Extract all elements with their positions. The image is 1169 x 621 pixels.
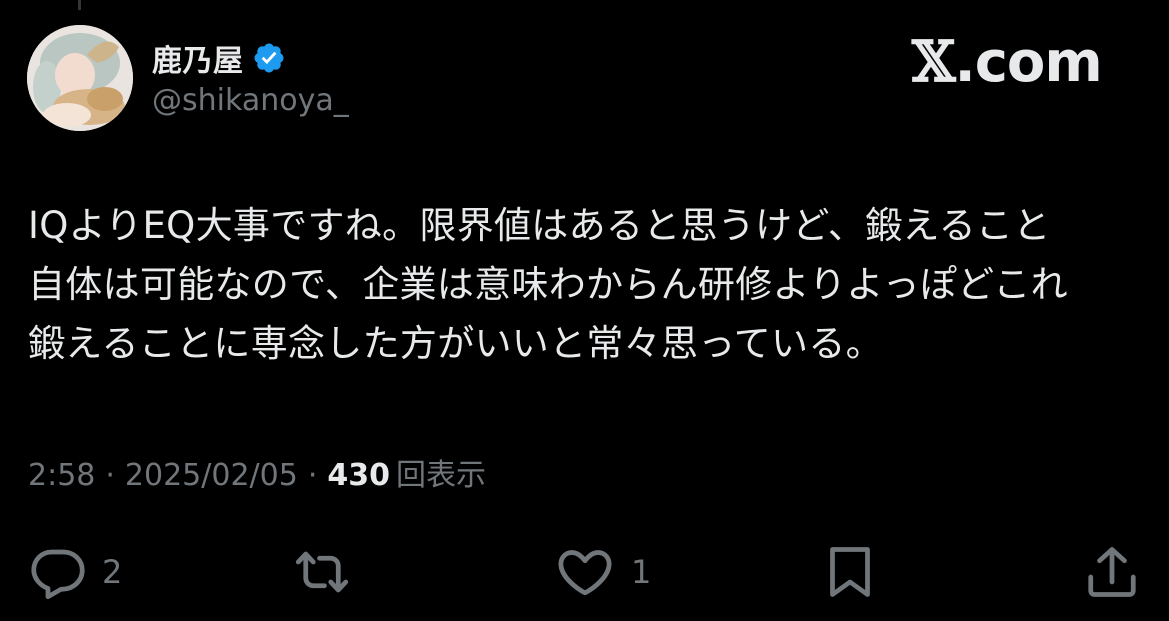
- tweet-actions-bar: 2 1: [0, 540, 1169, 604]
- x-logo-suffix: .com: [954, 30, 1102, 95]
- views-label: 回表示: [396, 458, 487, 493]
- meta-separator: ·: [307, 458, 318, 493]
- bookmark-button[interactable]: [820, 540, 880, 604]
- display-name[interactable]: 鹿乃屋: [152, 36, 244, 80]
- heart-icon: [558, 550, 612, 596]
- repost-icon: [295, 551, 349, 593]
- author-handle[interactable]: @shikanoya_: [152, 83, 349, 118]
- thread-connector-line: [78, 0, 81, 10]
- verified-badge-icon: [253, 43, 284, 73]
- tweet-date[interactable]: 2025/02/05: [125, 452, 298, 500]
- views-count: 430: [327, 458, 391, 493]
- x-com-logo: 𝕏.com: [912, 29, 1103, 95]
- like-button[interactable]: 1: [553, 540, 651, 604]
- author-name-row: 鹿乃屋: [152, 36, 286, 80]
- avatar[interactable]: [27, 25, 133, 131]
- tweet-meta: 2:58 · 2025/02/05 · 430 回表示: [28, 452, 486, 500]
- bookmark-icon: [830, 547, 870, 597]
- tweet-time[interactable]: 2:58: [28, 452, 95, 500]
- repost-button[interactable]: [290, 540, 368, 604]
- x-logo-mark: 𝕏: [912, 29, 955, 95]
- meta-separator: ·: [105, 458, 115, 493]
- like-count: 1: [631, 553, 652, 591]
- tweet-text: IQよりEQ大事ですね。限界値はあると思うけど、鍛えること 自体は可能なので、企…: [28, 204, 1068, 365]
- share-icon: [1088, 547, 1136, 597]
- reply-button[interactable]: 2: [28, 540, 122, 604]
- share-button[interactable]: [1082, 540, 1142, 604]
- avatar-image: [27, 25, 133, 131]
- reply-count: 2: [102, 553, 123, 591]
- reply-icon: [31, 549, 85, 600]
